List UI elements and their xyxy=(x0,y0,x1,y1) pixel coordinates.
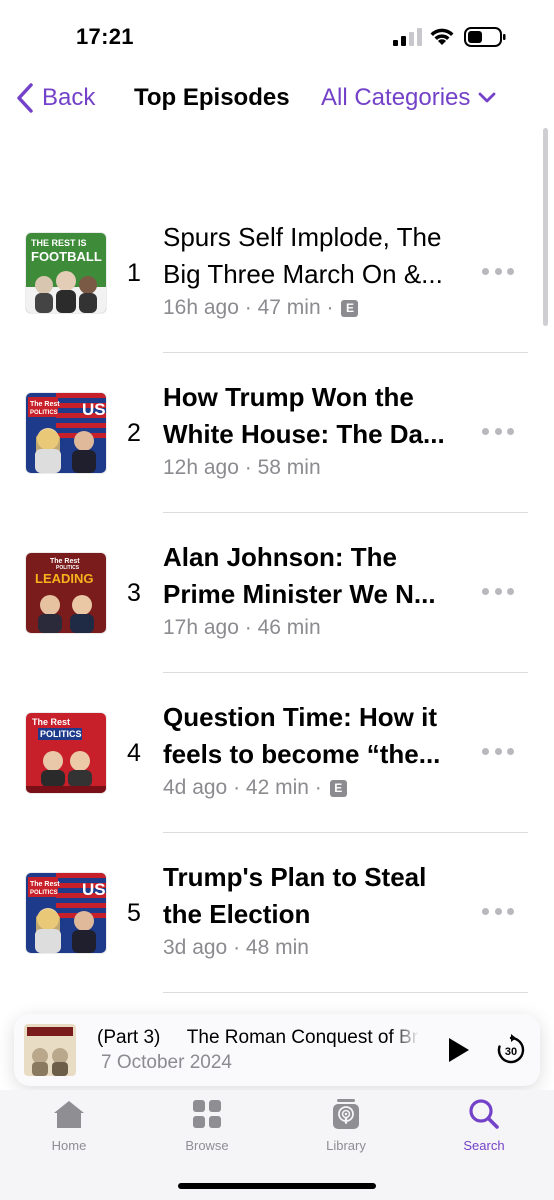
episode-duration: 58 min xyxy=(257,456,321,479)
categories-label: All Categories xyxy=(321,84,471,111)
chevron-left-icon xyxy=(17,83,33,113)
episode-age: 4d ago xyxy=(163,776,228,799)
tab-label: Home xyxy=(51,1138,87,1153)
podcast-artwork: The Rest POLITICS xyxy=(26,713,106,793)
now-playing-title: (Part 3) The Roman Conquest of Br xyxy=(97,1027,419,1049)
divider xyxy=(163,992,528,993)
chevron-down-icon xyxy=(479,92,496,103)
search-icon xyxy=(469,1099,499,1129)
svg-text:POLITICS: POLITICS xyxy=(30,410,58,416)
mini-player[interactable]: (Part 3) The Roman Conquest of Br 7 Octo… xyxy=(14,1014,540,1086)
svg-text:The Rest: The Rest xyxy=(30,401,60,408)
episode-list: THE REST IS FOOTBALL 1 Spurs Self Implod… xyxy=(0,193,554,993)
status-bar: 17:21 xyxy=(0,0,554,70)
podcast-artwork: The Rest POLITICS LEADING xyxy=(26,553,106,633)
home-indicator[interactable] xyxy=(178,1183,376,1189)
browse-grid-icon xyxy=(193,1100,221,1128)
episode-meta: 4d ago · 42 min · E xyxy=(163,776,347,800)
episode-age: 16h ago xyxy=(163,296,239,319)
tab-browse[interactable]: Browse xyxy=(157,1098,257,1153)
episode-title: Question Time: How it feels to become “t… xyxy=(163,702,441,769)
episode-rank: 5 xyxy=(127,899,141,927)
status-time: 17:21 xyxy=(76,24,134,49)
episode-row[interactable]: The Rest POLITICS LEADING 3 Alan Johnson… xyxy=(0,513,554,673)
episode-duration: 42 min xyxy=(245,776,309,799)
svg-text:The Rest: The Rest xyxy=(50,558,80,565)
battery-icon xyxy=(464,27,506,47)
more-options-button[interactable] xyxy=(482,428,514,438)
episode-age: 17h ago xyxy=(163,616,239,639)
library-podcast-icon xyxy=(333,1099,359,1129)
episode-age: 12h ago xyxy=(163,456,239,479)
play-icon[interactable] xyxy=(444,1036,472,1064)
episode-meta: 17h ago · 46 min xyxy=(163,616,321,639)
episode-rank: 2 xyxy=(127,419,141,447)
tab-home[interactable]: Home xyxy=(19,1098,119,1153)
svg-text:THE REST IS: THE REST IS xyxy=(31,238,87,248)
podcast-artwork: THE REST IS FOOTBALL xyxy=(26,233,106,313)
episode-row[interactable]: The Rest POLITICS 4 Question Time: How i… xyxy=(0,673,554,833)
home-icon xyxy=(54,1101,84,1128)
episode-title: How Trump Won the White House: The Da... xyxy=(163,382,445,449)
svg-text:LEADING: LEADING xyxy=(35,571,94,586)
episode-duration: 46 min xyxy=(257,616,321,639)
episode-meta: 16h ago · 47 min · E xyxy=(163,296,359,320)
back-label: Back xyxy=(42,84,96,111)
categories-dropdown[interactable]: All Categories xyxy=(321,80,496,116)
tab-search[interactable]: Search xyxy=(434,1098,534,1153)
episode-duration: 47 min xyxy=(257,296,321,319)
skip-forward-30-icon[interactable]: 30 xyxy=(495,1034,527,1066)
podcast-artwork: The Rest POLITICS US xyxy=(26,393,106,473)
svg-text:POLITICS: POLITICS xyxy=(30,890,58,896)
episode-meta: 3d ago · 48 min xyxy=(163,936,309,959)
episode-rank: 1 xyxy=(127,259,141,287)
episode-rank: 3 xyxy=(127,579,141,607)
wifi-icon xyxy=(430,28,454,45)
svg-text:POLITICS: POLITICS xyxy=(40,729,82,739)
tab-label: Search xyxy=(463,1138,505,1153)
explicit-badge: E xyxy=(329,779,347,797)
episode-title: Trump's Plan to Steal the Election xyxy=(163,862,427,929)
episode-age: 3d ago xyxy=(163,936,228,959)
svg-text:30: 30 xyxy=(505,1046,517,1058)
page-title: Top Episodes xyxy=(134,84,290,111)
explicit-badge: E xyxy=(341,299,359,317)
back-button[interactable]: Back xyxy=(16,80,95,116)
svg-text:US: US xyxy=(82,400,106,419)
episode-duration: 48 min xyxy=(245,936,309,959)
episode-meta: 12h ago · 58 min xyxy=(163,456,321,479)
more-options-button[interactable] xyxy=(482,588,514,598)
episode-row[interactable]: The Rest POLITICS US 5 Trump's Plan to S… xyxy=(0,833,554,993)
episode-row[interactable]: The Rest POLITICS US 2 How Trump Won the… xyxy=(0,353,554,513)
episode-title: Alan Johnson: The Prime Minister We N... xyxy=(163,542,436,609)
tab-library[interactable]: Library xyxy=(296,1098,396,1153)
episode-rank: 4 xyxy=(127,739,141,767)
svg-text:The Rest: The Rest xyxy=(32,717,70,727)
now-playing-artwork xyxy=(24,1024,76,1076)
navigation-bar: Back Top Episodes All Categories xyxy=(0,78,554,118)
episode-title: Spurs Self Implode, The Big Three March … xyxy=(163,222,443,289)
more-options-button[interactable] xyxy=(482,908,514,918)
podcast-artwork: The Rest POLITICS US xyxy=(26,873,106,953)
more-options-button[interactable] xyxy=(482,268,514,278)
now-playing-date: 7 October 2024 xyxy=(101,1052,232,1073)
more-options-button[interactable] xyxy=(482,748,514,758)
cellular-signal-icon xyxy=(393,28,422,46)
svg-text:US: US xyxy=(82,880,106,899)
tab-label: Library xyxy=(326,1138,366,1153)
svg-text:The Rest: The Rest xyxy=(30,881,60,888)
episode-row[interactable]: THE REST IS FOOTBALL 1 Spurs Self Implod… xyxy=(0,193,554,353)
svg-text:FOOTBALL: FOOTBALL xyxy=(31,249,102,264)
tab-label: Browse xyxy=(185,1138,229,1153)
